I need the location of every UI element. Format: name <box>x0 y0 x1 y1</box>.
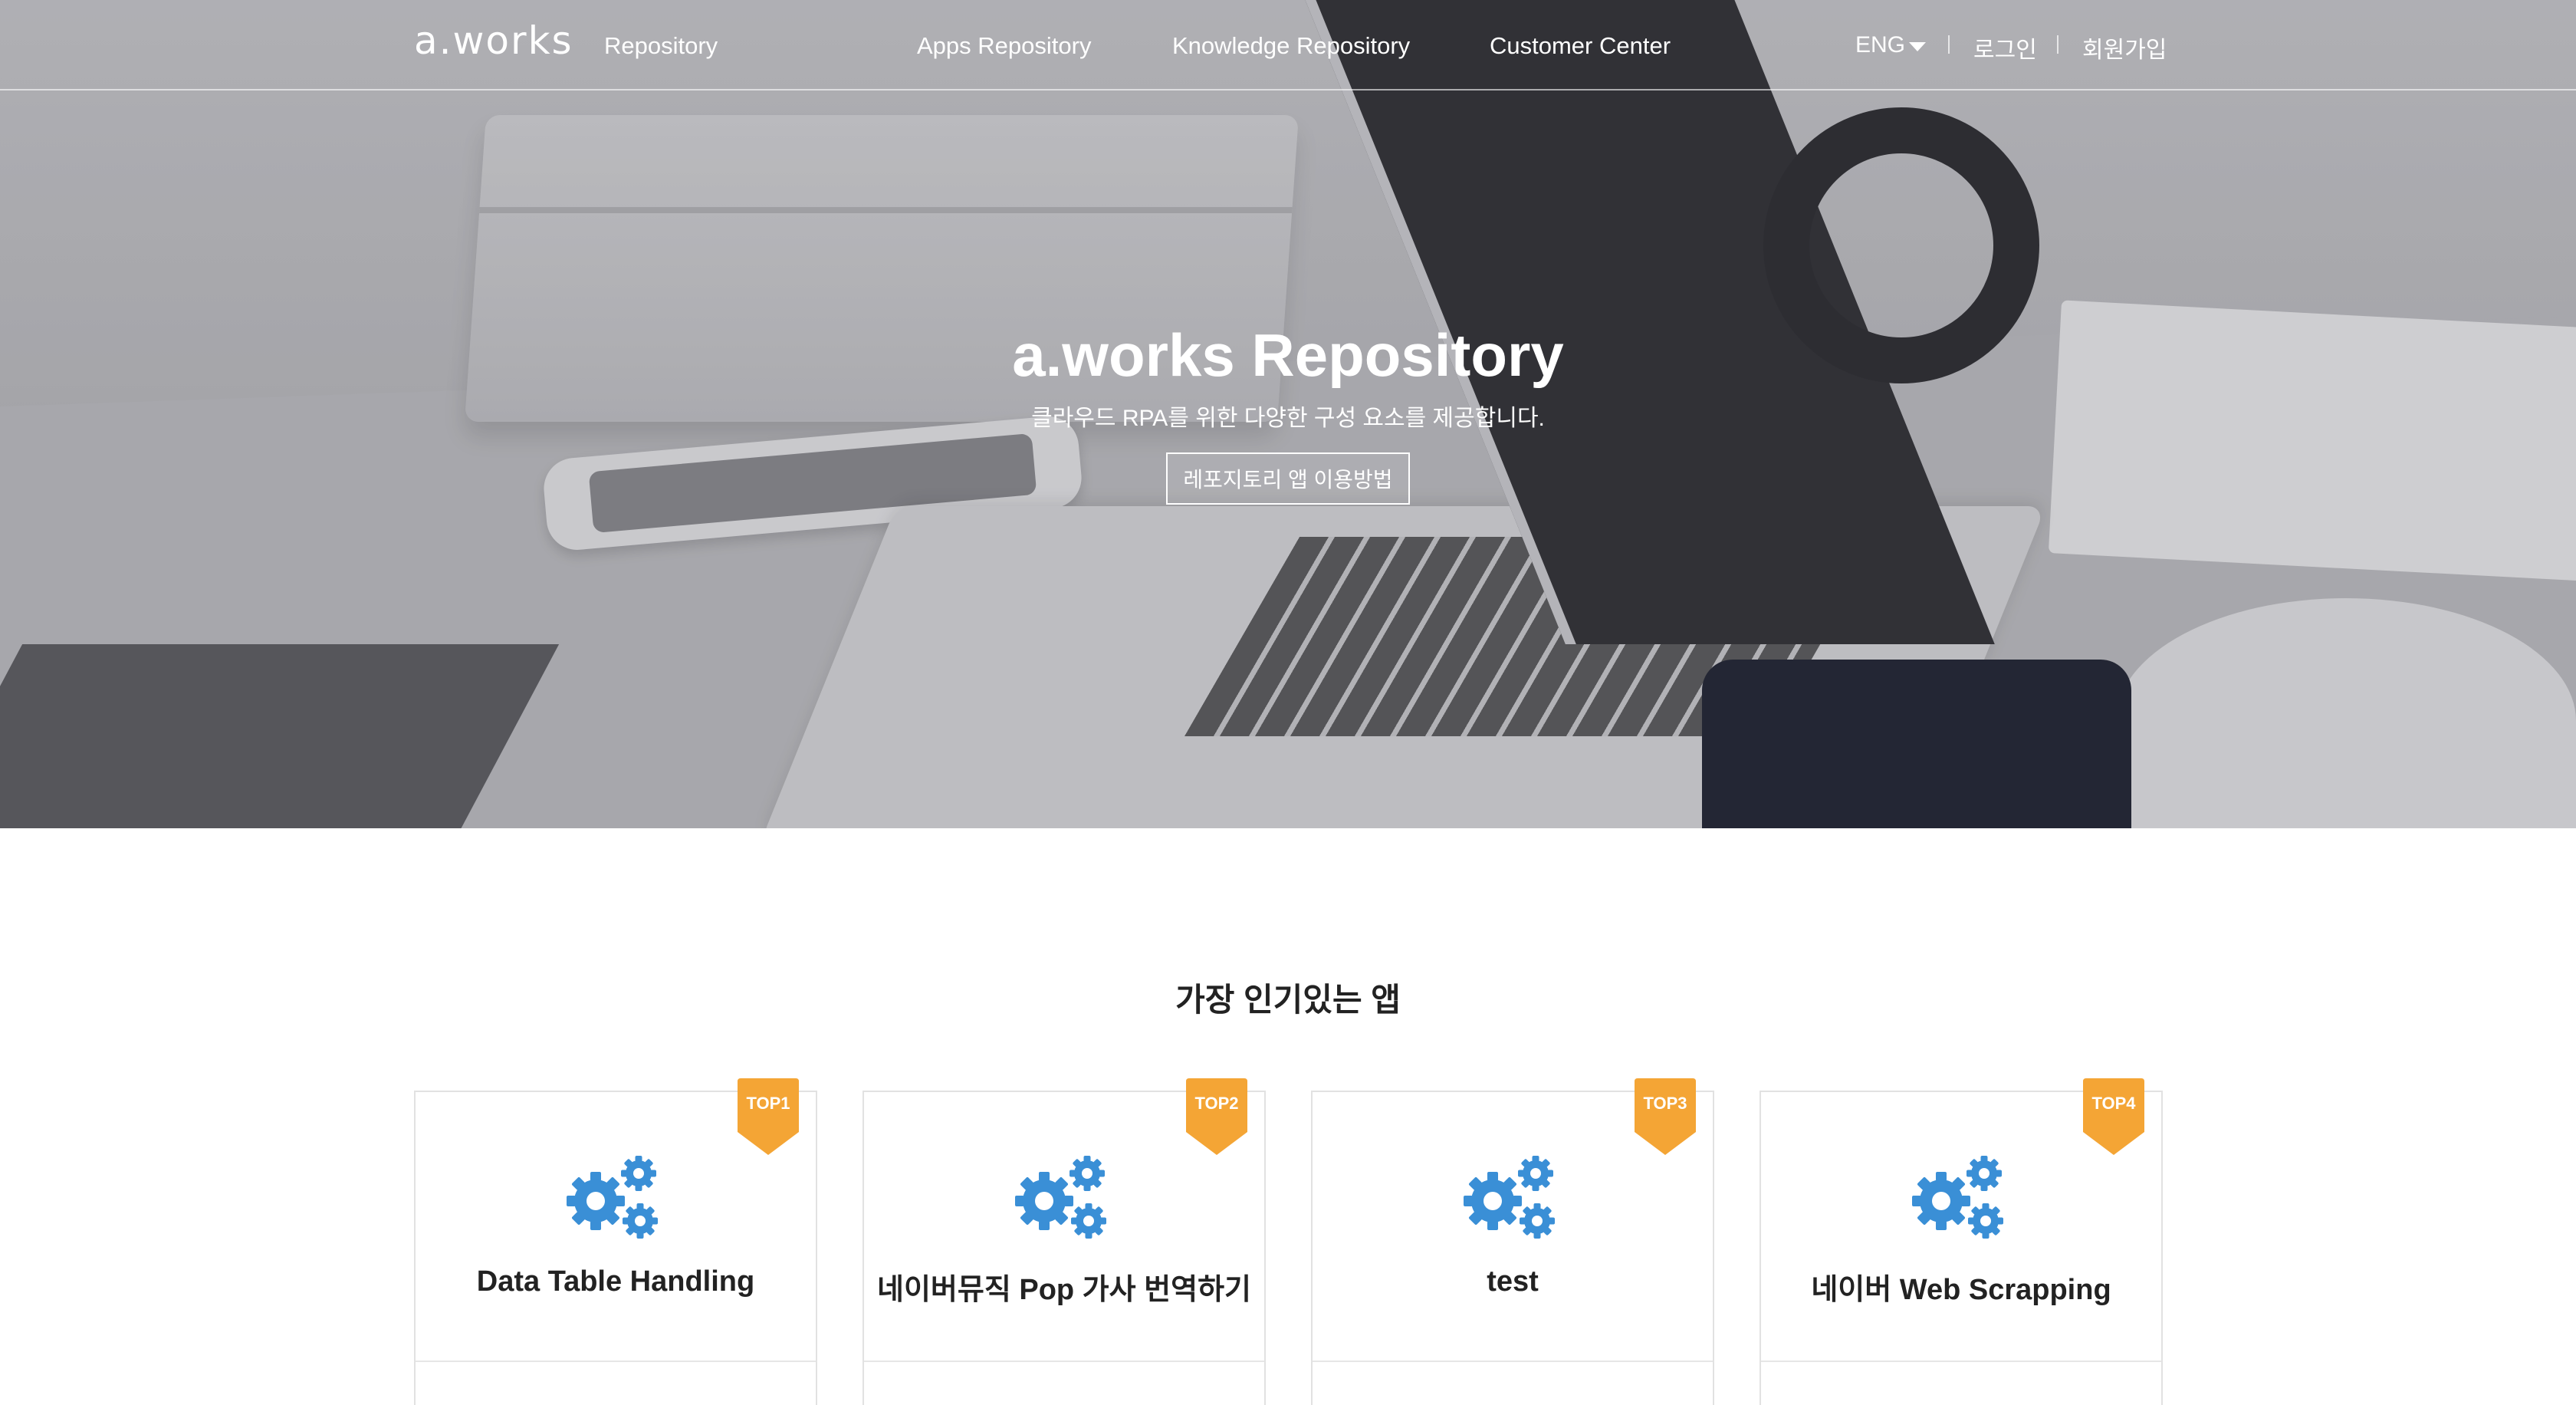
gears-icon <box>1911 1153 2012 1242</box>
section-title: 가장 인기있는 앱 <box>1175 982 1401 1018</box>
gears-icon <box>1014 1153 1115 1242</box>
logo-subtitle[interactable]: Repository <box>604 32 718 60</box>
nav-apps-repository[interactable]: Apps Repository <box>917 32 1091 60</box>
language-selector[interactable]: ENG <box>1855 32 1905 58</box>
app-card[interactable]: TOP1 Data Table Handling <box>414 1078 817 1405</box>
app-name[interactable]: 네이버 Web Scrapping <box>1761 1265 2161 1308</box>
logo[interactable]: a.works <box>414 18 573 63</box>
nav-knowledge-repository[interactable]: Knowledge Repository <box>1172 32 1410 60</box>
rank-badge-label: TOP4 <box>2091 1094 2136 1113</box>
app-name[interactable]: Data Table Handling <box>416 1265 816 1298</box>
card-divider <box>416 1361 816 1362</box>
rank-badge: TOP1 <box>738 1078 799 1155</box>
rank-badge: TOP3 <box>1635 1078 1696 1155</box>
top-navigation-bar: a.works Repository Apps Repository Knowl… <box>0 0 2576 90</box>
rank-badge-label: TOP3 <box>1643 1094 1687 1113</box>
gears-icon <box>565 1153 666 1242</box>
card-divider <box>864 1361 1264 1362</box>
nav-customer-center[interactable]: Customer Center <box>1490 32 1671 60</box>
app-name[interactable]: 네이버뮤직 Pop 가사 번역하기 <box>864 1265 1264 1308</box>
gears-icon <box>1462 1153 1563 1242</box>
how-to-use-button[interactable]: 레포지토리 앱 이용방법 <box>1166 452 1410 505</box>
app-card[interactable]: TOP2 네이버뮤직 Pop 가사 번역하기 <box>863 1078 1266 1405</box>
divider <box>1948 35 1950 54</box>
hero-subtitle: 클라우드 RPA를 위한 다양한 구성 요소를 제공합니다. <box>1031 406 1545 431</box>
app-card[interactable]: TOP4 네이버 Web Scrapping <box>1760 1078 2163 1405</box>
rank-badge: TOP2 <box>1186 1078 1247 1155</box>
hero-title: a.works Repository <box>1012 321 1564 389</box>
signup-link[interactable]: 회원가입 <box>2082 31 2167 64</box>
app-card[interactable]: TOP3 test <box>1311 1078 1714 1405</box>
chevron-down-icon[interactable] <box>1909 42 1926 51</box>
card-divider <box>1761 1361 2161 1362</box>
app-name[interactable]: test <box>1313 1265 1713 1298</box>
rank-badge-label: TOP1 <box>746 1094 790 1113</box>
hero-banner: a.works Repository 클라우드 RPA를 위한 다양한 구성 요… <box>0 0 2576 828</box>
login-link[interactable]: 로그인 <box>1973 31 2037 64</box>
rank-badge-label: TOP2 <box>1194 1094 1239 1113</box>
card-divider <box>1313 1361 1713 1362</box>
rank-badge: TOP4 <box>2083 1078 2144 1155</box>
divider <box>2057 35 2058 54</box>
